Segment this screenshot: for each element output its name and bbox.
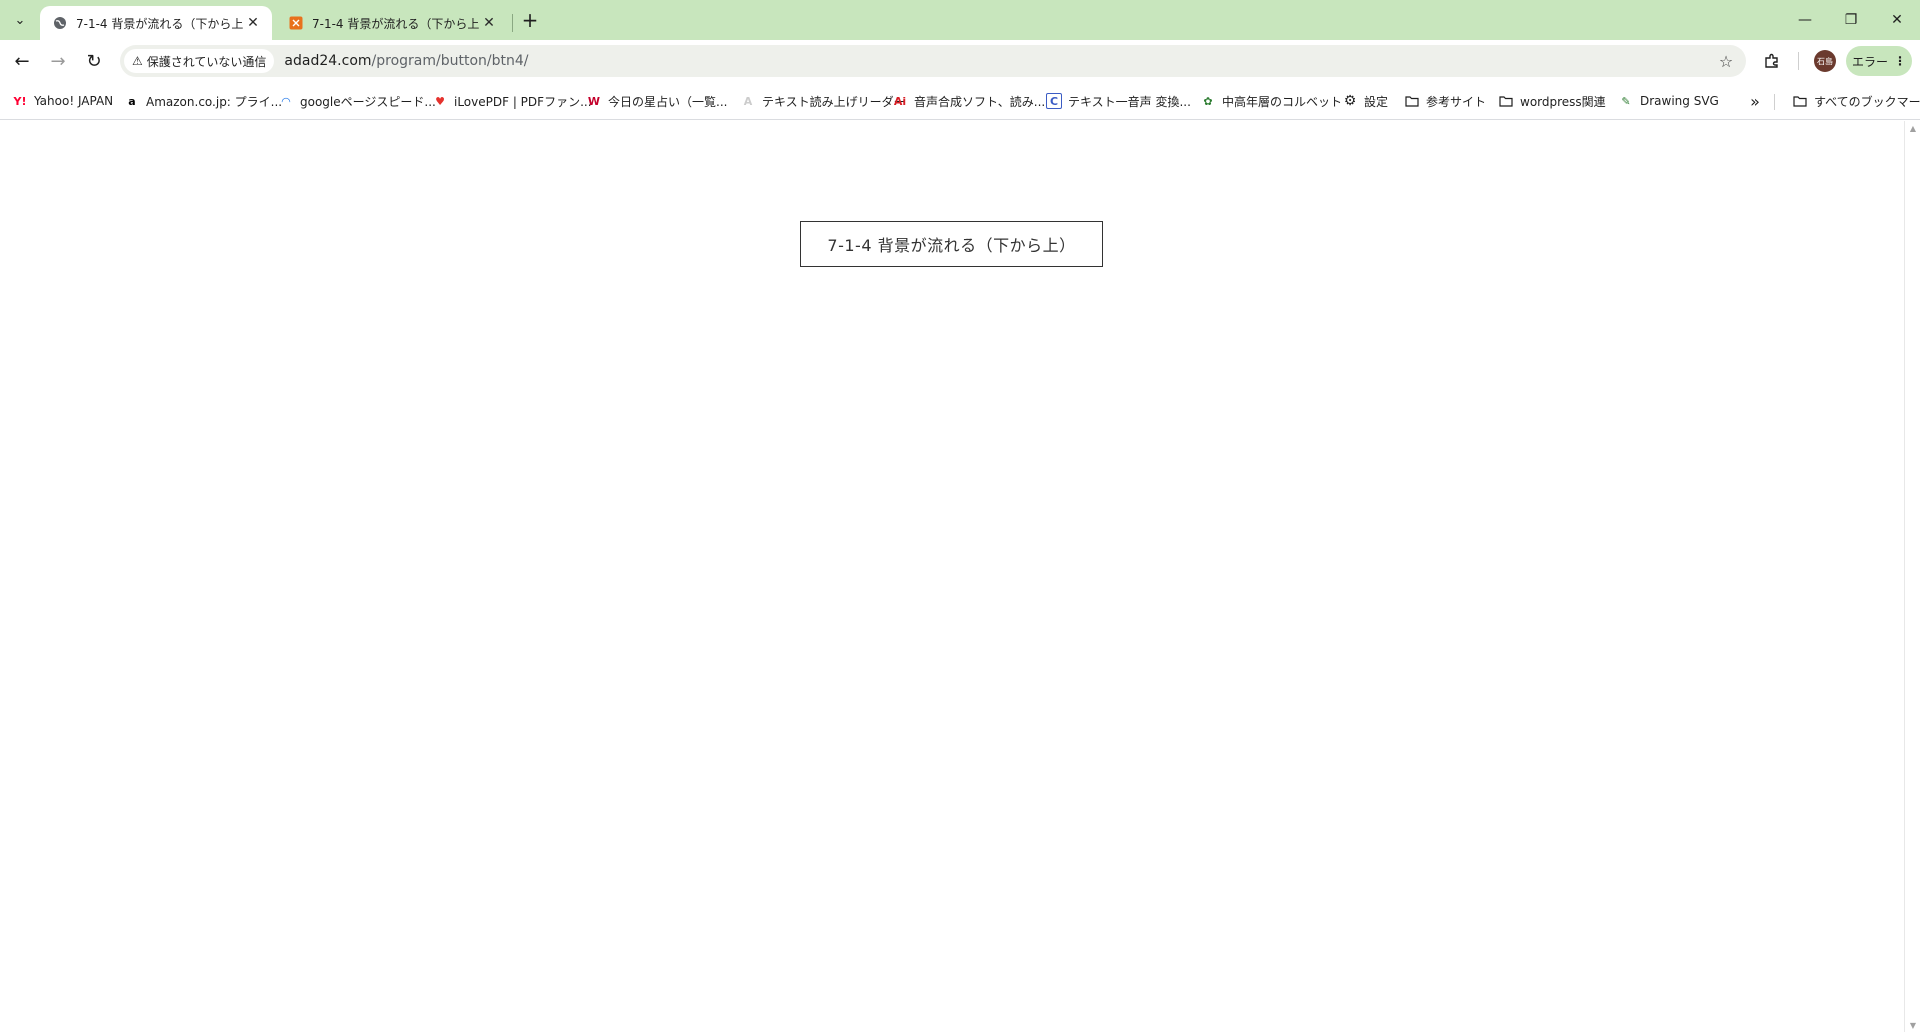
amazon-icon: a xyxy=(128,94,136,108)
ai-voice-icon: Ai xyxy=(893,94,907,108)
bookmark-label: googleページスピード... xyxy=(300,94,436,109)
new-tab-button[interactable]: + xyxy=(518,8,542,32)
code-icon xyxy=(288,15,304,31)
folder-icon xyxy=(1792,93,1808,109)
fortune-icon: W xyxy=(587,94,601,108)
bookmark-label: 参考サイト xyxy=(1426,94,1487,109)
pagespeed-icon: ◠ xyxy=(281,94,291,108)
extensions-icon[interactable] xyxy=(1758,47,1786,75)
vertical-scrollbar[interactable]: ▲ ▼ xyxy=(1904,121,1920,1032)
corvette-icon: ✿ xyxy=(1203,94,1213,108)
bookmark-item[interactable]: ♥ iLovePDF | PDFファン... xyxy=(432,90,592,112)
bookmark-label: 今日の星占い（一覧... xyxy=(608,94,728,109)
browser-toolbar: ← → ↻ ⚠ 保護されていない通信 adad24.com/program/bu… xyxy=(0,40,1920,82)
security-chip[interactable]: ⚠ 保護されていない通信 xyxy=(124,49,275,73)
bookmark-label: テキスト一音声 変換... xyxy=(1068,94,1191,109)
url-host: adad24.com xyxy=(284,53,372,69)
folder-icon xyxy=(1498,93,1514,109)
drawing-svg-icon: ✎ xyxy=(1621,94,1631,108)
back-arrow-icon[interactable]: ← xyxy=(8,47,36,75)
heart-icon: ♥ xyxy=(435,94,445,108)
bookmark-label: 設定 xyxy=(1364,94,1389,109)
minimize-button[interactable]: — xyxy=(1782,0,1828,40)
bookmark-item[interactable]: Y! Yahoo! JAPAN xyxy=(12,90,114,112)
error-button[interactable]: エラー ⋮ xyxy=(1846,46,1912,76)
url-text[interactable]: adad24.com/program/button/btn4/ xyxy=(284,53,528,69)
tab-title: 7-1-4 背景が流れる（下から上） xyxy=(76,16,244,31)
warning-icon: ⚠ xyxy=(132,54,143,68)
globe-icon xyxy=(52,15,68,31)
scroll-up-icon[interactable]: ▲ xyxy=(1908,123,1918,133)
bookmark-item[interactable]: ✎ Drawing SVG xyxy=(1618,90,1719,112)
bookmark-item[interactable]: Ai 音声合成ソフト、読み... xyxy=(892,90,1045,112)
address-bar[interactable]: ⚠ 保護されていない通信 adad24.com/program/button/b… xyxy=(120,45,1746,77)
bookmarks-overflow-icon[interactable]: » xyxy=(1744,90,1766,112)
tab-strip: ⌄ 7-1-4 背景が流れる（下から上） ✕ 7-1-4 背景が流れる（下から上… xyxy=(0,0,1920,40)
menu-dots-icon: ⋮ xyxy=(1894,54,1906,68)
tab-active[interactable]: 7-1-4 背景が流れる（下から上） ✕ xyxy=(40,6,272,40)
bookmark-item[interactable]: ◠ googleページスピード... xyxy=(278,90,436,112)
security-label: 保護されていない通信 xyxy=(146,54,267,69)
tab-inactive[interactable]: 7-1-4 背景が流れる（下から上） ✕ xyxy=(276,6,508,40)
star-icon[interactable]: ☆ xyxy=(1716,51,1736,71)
bookmark-label: 音声合成ソフト、読み... xyxy=(914,94,1046,109)
bookmark-folder[interactable]: 参考サイト xyxy=(1404,90,1486,112)
bookmark-item[interactable]: W 今日の星占い（一覧... xyxy=(586,90,728,112)
bookmark-folder[interactable]: wordpress関連 xyxy=(1498,90,1606,112)
bookmark-item[interactable]: a Amazon.co.jp: プライ... xyxy=(124,90,282,112)
yahoo-icon: Y! xyxy=(13,94,27,108)
forward-arrow-icon[interactable]: → xyxy=(44,47,72,75)
bookmark-label: Amazon.co.jp: プライ... xyxy=(146,94,283,109)
tab-close-icon[interactable]: ✕ xyxy=(244,14,262,32)
reload-icon[interactable]: ↻ xyxy=(80,47,108,75)
close-window-button[interactable]: ✕ xyxy=(1874,0,1920,40)
error-label: エラー xyxy=(1851,54,1888,69)
bookmark-item[interactable]: ⚙ 設定 xyxy=(1342,90,1388,112)
bookmark-item[interactable]: C テキスト一音声 変換... xyxy=(1046,90,1191,112)
all-bookmarks-folder[interactable]: すべてのブックマーク xyxy=(1792,90,1920,112)
bookmarks-bar: Y! Yahoo! JAPAN a Amazon.co.jp: プライ... ◠… xyxy=(0,82,1920,120)
bookmark-label: Yahoo! JAPAN xyxy=(34,94,114,108)
folder-icon xyxy=(1404,93,1420,109)
bookmark-label: すべてのブックマーク xyxy=(1814,94,1920,109)
bookmark-label: iLovePDF | PDFファン... xyxy=(454,94,592,109)
bookmark-item[interactable]: ✿ 中高年層のコルベット xyxy=(1200,90,1342,112)
bookmark-label: Drawing SVG xyxy=(1640,94,1719,108)
bookmark-label: テキスト読み上げリーダー xyxy=(762,94,906,109)
page-viewport: 7-1-4 背景が流れる（下から上） xyxy=(0,121,1904,1032)
tab-separator xyxy=(512,14,513,32)
flowing-background-button[interactable]: 7-1-4 背景が流れる（下から上） xyxy=(800,221,1103,267)
bookmarks-divider xyxy=(1774,94,1775,110)
c-icon: C xyxy=(1046,93,1062,109)
gear-icon: ⚙ xyxy=(1343,93,1357,109)
scroll-down-icon[interactable]: ▼ xyxy=(1908,1020,1918,1030)
tab-search-icon[interactable]: ⌄ xyxy=(6,8,34,32)
bookmark-item[interactable]: A テキスト読み上げリーダー xyxy=(740,90,906,112)
restore-button[interactable]: ❐ xyxy=(1828,0,1874,40)
tab-close-icon[interactable]: ✕ xyxy=(480,14,498,32)
bookmark-label: wordpress関連 xyxy=(1520,94,1606,109)
reader-icon: A xyxy=(743,94,753,108)
tab-title: 7-1-4 背景が流れる（下から上） xyxy=(312,16,480,31)
url-path: /program/button/btn4/ xyxy=(371,53,529,69)
bookmark-label: 中高年層のコルベット xyxy=(1222,94,1343,109)
avatar[interactable]: 石島 xyxy=(1814,50,1836,72)
toolbar-divider xyxy=(1798,52,1799,70)
